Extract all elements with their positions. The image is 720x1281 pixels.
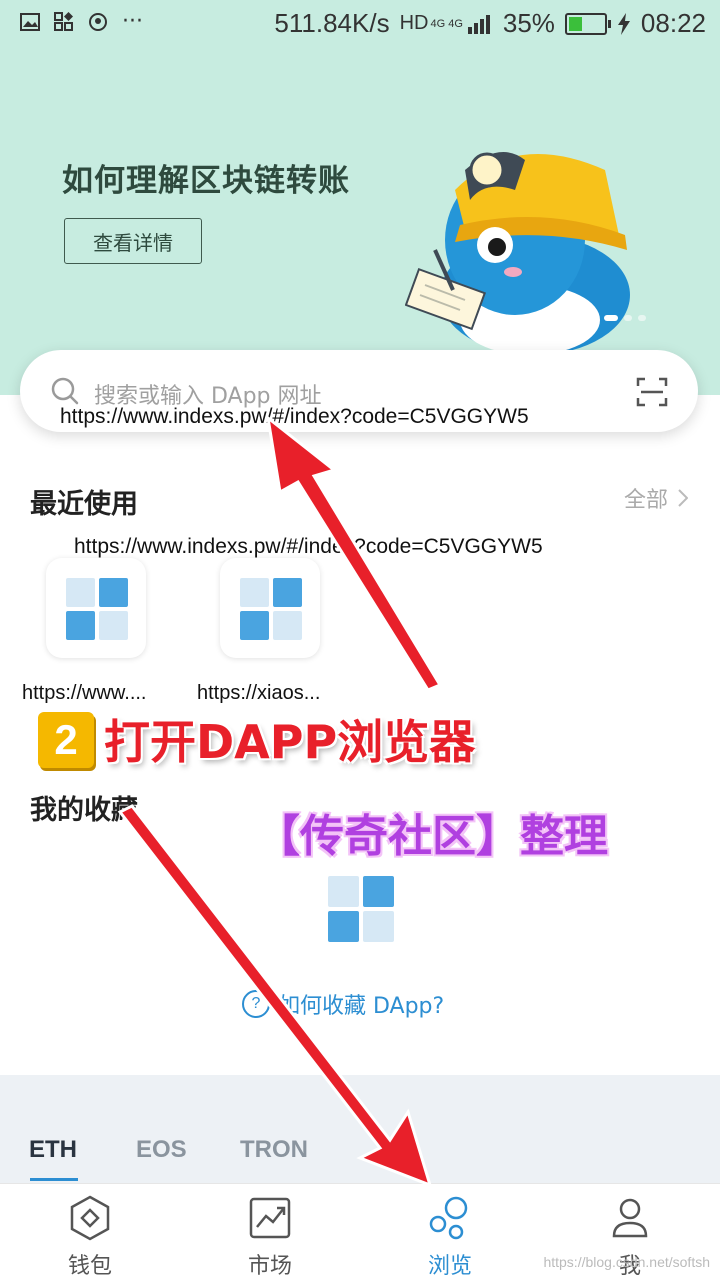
- network-sub: 4G 4G: [430, 17, 463, 30]
- tab-eos[interactable]: EOS: [136, 1136, 187, 1164]
- recent-app-tile-1[interactable]: [46, 558, 146, 658]
- how-to-favorite-link[interactable]: ? 如何收藏 DApp?: [242, 988, 444, 1020]
- tab-eth[interactable]: ETH: [29, 1136, 77, 1164]
- view-all-label[interactable]: 全部: [624, 482, 668, 514]
- view-all-link[interactable]: 全部: [624, 482, 688, 514]
- banner-title: 如何理解区块链转账: [62, 163, 350, 199]
- image-icon: [20, 13, 40, 31]
- nav-browse[interactable]: 浏览: [360, 1184, 540, 1281]
- favorites-section-title: 我的收藏: [30, 795, 138, 826]
- search-url-overlay: https://www.indexs.pw/#/index?code=C5VGG…: [60, 405, 529, 428]
- view-details-button[interactable]: 查看详情: [64, 218, 202, 264]
- help-icon: ?: [242, 990, 270, 1018]
- watermark: https://blog.csdn.net/softsh: [543, 1254, 710, 1270]
- step-badge: 2: [38, 712, 94, 768]
- nav-market[interactable]: 市场: [180, 1184, 360, 1281]
- market-icon: [249, 1197, 291, 1239]
- carousel-indicator: [604, 315, 646, 321]
- nav-market-label[interactable]: 市场: [248, 1248, 292, 1280]
- profile-icon: [612, 1198, 648, 1238]
- active-tab-underline: [30, 1178, 78, 1181]
- signal-icon: [467, 14, 490, 34]
- clock: 08:22: [640, 8, 706, 38]
- credit-label: 【传奇社区】整理: [256, 811, 608, 862]
- network-type: HD: [399, 12, 429, 34]
- dapp-logo-icon: [66, 578, 128, 640]
- browse-icon: [429, 1196, 468, 1240]
- recent-app-label-1[interactable]: https://www....: [22, 682, 146, 705]
- apps-icon: [54, 12, 73, 31]
- battery-percent: 35%: [502, 8, 555, 38]
- tab-tron[interactable]: TRON: [240, 1136, 308, 1164]
- chevron-right-icon: [678, 489, 688, 507]
- nav-browse-label[interactable]: 浏览: [428, 1248, 472, 1280]
- battery-icon: [564, 12, 611, 35]
- how-to-favorite-label[interactable]: 如何收藏 DApp?: [278, 988, 444, 1020]
- recent-section-title: 最近使用: [30, 489, 138, 520]
- recent-url-overlay: https://www.indexs.pw/#/index?code=C5VGG…: [74, 535, 543, 558]
- chain-tab-bar: [0, 1075, 720, 1183]
- recent-app-tile-2[interactable]: [220, 558, 320, 658]
- more-icon: ···: [122, 9, 143, 34]
- charging-icon: [617, 12, 630, 35]
- step-instruction: 打开DAPP浏览器: [104, 715, 476, 769]
- scan-icon[interactable]: [636, 376, 668, 408]
- favorites-empty-icon: [328, 876, 394, 942]
- nav-wallet-label[interactable]: 钱包: [68, 1248, 112, 1280]
- net-speed: 511.84K/s: [274, 8, 390, 38]
- promo-banner[interactable]: 如何理解区块链转账 查看详情: [0, 50, 720, 395]
- search-icon: [51, 377, 79, 405]
- mascot-illustration: [405, 152, 630, 355]
- nav-wallet[interactable]: 钱包: [0, 1184, 180, 1281]
- status-left-icons: ···: [20, 9, 143, 34]
- status-bar: ··· 511.84K/s HD 4G 4G 35% 08:22: [0, 0, 720, 50]
- dapp-logo-icon: [240, 578, 302, 640]
- status-right: 511.84K/s HD 4G 4G 35% 08:22: [274, 8, 706, 39]
- location-icon: [89, 13, 107, 31]
- recent-app-label-2[interactable]: https://xiaos...: [197, 682, 320, 705]
- wallet-icon: [70, 1195, 110, 1241]
